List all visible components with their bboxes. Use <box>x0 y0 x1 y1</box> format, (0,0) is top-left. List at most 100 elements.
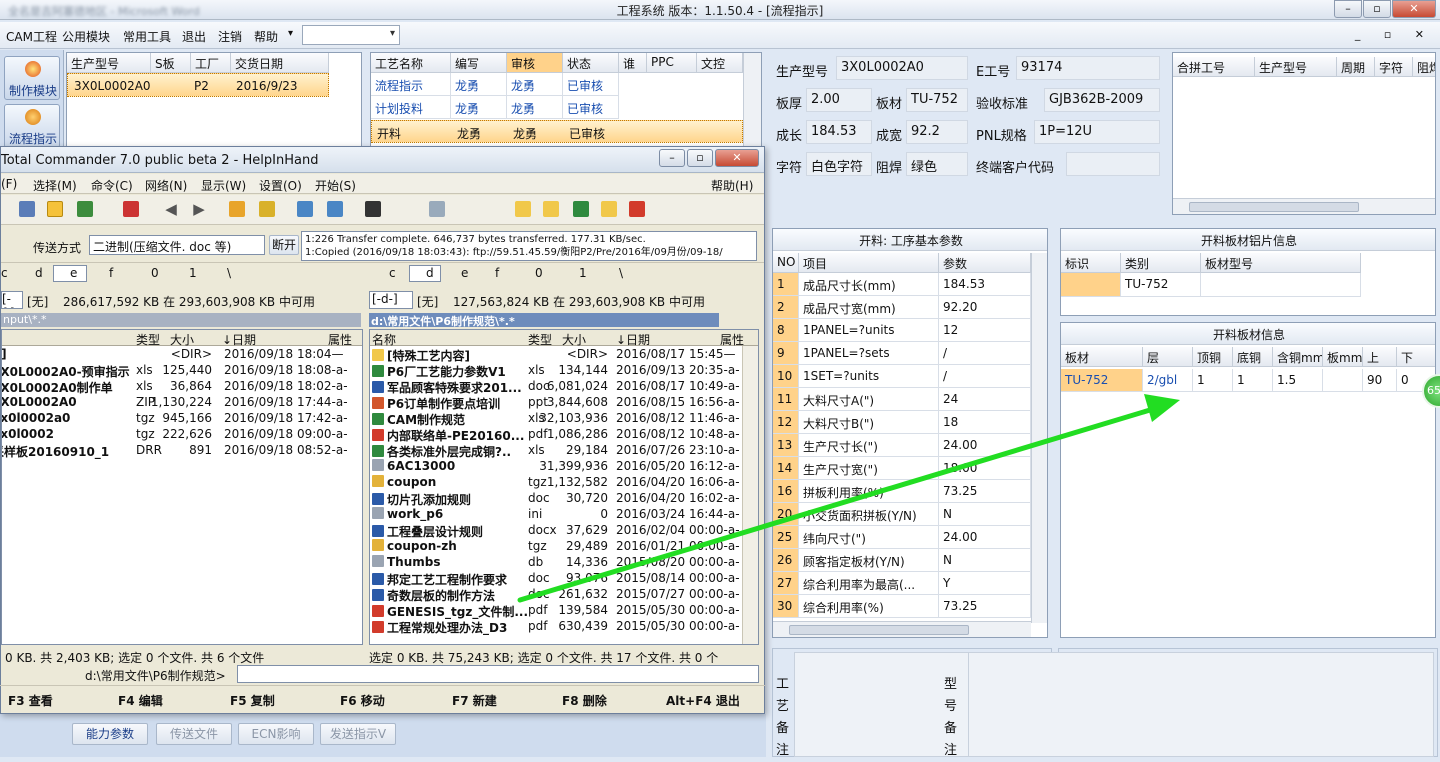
process-header-status[interactable]: 状态 <box>563 53 619 73</box>
params-header[interactable]: 参数 <box>939 253 1031 273</box>
params-cell[interactable]: 1SET=?units <box>799 365 939 388</box>
e-number-field[interactable]: 93174 <box>1016 56 1160 80</box>
view-brief-icon[interactable] <box>19 201 35 217</box>
params-cell[interactable]: 92.20 <box>939 296 1031 319</box>
params-cell[interactable]: 小交货面积拼板(Y/N) <box>799 503 939 526</box>
length-field[interactable]: 184.53 <box>806 120 872 144</box>
params-cell[interactable]: 24 <box>939 388 1031 411</box>
orders-header-factory[interactable]: 工厂 <box>191 53 231 73</box>
close-button[interactable]: ✕ <box>1392 0 1436 18</box>
params-cell[interactable]: 成品尺寸长(mm) <box>799 273 939 296</box>
col-type-header[interactable]: 类型 <box>528 331 552 348</box>
params-header[interactable]: NO <box>773 253 799 273</box>
params-cell[interactable]: 生产尺寸长(") <box>799 434 939 457</box>
file-row[interactable]: [特殊工艺内容] <DIR> 2016/08/17 15:45— <box>370 347 758 363</box>
find-icon[interactable] <box>365 201 381 217</box>
sheet-header[interactable]: 层 <box>1143 347 1193 367</box>
file-row[interactable]: 3X0L0002A0-预审指示 xls 125,440 2016/09/18 18:0… <box>2 363 362 379</box>
merge-header[interactable]: 周期 <box>1337 57 1375 77</box>
params-cell[interactable]: 73.25 <box>939 595 1031 618</box>
material-field[interactable]: TU-752 <box>906 88 968 112</box>
f7-new-button[interactable]: F7 新建 <box>452 692 497 709</box>
params-cell[interactable]: 顾客指定板材(Y/N) <box>799 549 939 572</box>
params-cell[interactable]: 9 <box>773 342 799 365</box>
col-date-header[interactable]: ↓日期 <box>222 331 256 348</box>
file-row[interactable]: GENESIS_tgz_文件制... pdf 139,584 2015/05/30 0… <box>370 603 758 619</box>
disconnect-button[interactable]: 断开 <box>269 235 299 255</box>
params-cell[interactable]: 1 <box>773 273 799 296</box>
sheet-header[interactable]: 顶铜 <box>1193 347 1233 367</box>
tc-close-button[interactable]: ✕ <box>715 149 759 167</box>
alt-f4-exit-button[interactable]: Alt+F4 退出 <box>666 692 740 709</box>
params-cell[interactable]: 20 <box>773 503 799 526</box>
send-file-button[interactable]: 传送文件 <box>156 723 232 745</box>
standard-field[interactable]: GJB362B-2009 <box>1044 88 1160 112</box>
params-vscrollbar[interactable] <box>1031 253 1047 623</box>
capability-button[interactable]: 能力参数 <box>72 723 148 745</box>
pdf-icon[interactable] <box>629 201 645 217</box>
params-cell[interactable]: 综合利用率(%) <box>799 595 939 618</box>
sheet-header[interactable]: 上 <box>1363 347 1397 367</box>
drive-f-button[interactable]: f <box>109 266 113 280</box>
left-drive-select[interactable]: [-f-] <box>1 291 23 309</box>
foil-cell[interactable] <box>1061 273 1121 297</box>
file-row[interactable]: 各类标准外层完成铜?.. xls 29,184 2016/07/26 23:10-a- <box>370 443 758 459</box>
folder-icon[interactable] <box>601 201 617 217</box>
left-path-bar[interactable]: nput\*.* <box>1 313 361 327</box>
sidebar-item-process[interactable]: 流程指示 <box>4 104 60 148</box>
orders-header-model[interactable]: 生产型号 <box>67 53 151 73</box>
f3-view-button[interactable]: F3 查看 <box>8 692 53 709</box>
file-row[interactable]: 采样板20160910_1 DRR 891 2016/09/18 08:52-a- <box>2 443 362 459</box>
foil-header[interactable]: 类别 <box>1121 253 1201 273</box>
tc-minimize-button[interactable]: – <box>659 149 685 167</box>
file-row[interactable]: coupon-zh tgz 29,489 2016/01/21 00:00-a- <box>370 539 758 555</box>
customer-code-field[interactable] <box>1066 152 1160 176</box>
ftp-connect-icon[interactable] <box>297 201 313 217</box>
sheet-cell[interactable]: 90 <box>1363 369 1397 392</box>
file-row[interactable]: 3x0l0002tgz222,6262016/09/18 09:00-a- <box>2 427 362 443</box>
params-cell[interactable]: 27 <box>773 572 799 595</box>
sheet-cell[interactable]: 1 <box>1193 369 1233 392</box>
col-size-header[interactable]: 大小 <box>562 331 586 348</box>
params-cell[interactable]: 18.00 <box>939 457 1031 480</box>
sheet-header[interactable]: 板材 <box>1061 347 1143 367</box>
col-date-header[interactable]: ↓日期 <box>616 331 650 348</box>
merge-header[interactable]: 字符 <box>1375 57 1413 77</box>
toolbar-combo[interactable] <box>302 25 400 45</box>
process-header-ppc[interactable]: PPC <box>647 53 697 73</box>
file-row[interactable]: 工程叠层设计规则 docx 37,629 2016/02/04 00:00-a- <box>370 523 758 539</box>
params-cell[interactable]: 1PANEL=?sets <box>799 342 939 365</box>
folder-icon[interactable] <box>543 201 559 217</box>
drive-c-button[interactable]: c <box>389 266 396 280</box>
file-row[interactable]: ..]<DIR>2016/09/18 18:04— <box>2 347 362 363</box>
transfer-mode-select[interactable]: 二进制(压缩文件. doc 等) <box>89 235 265 255</box>
tc-menu-view[interactable]: 显示(W) <box>201 177 246 194</box>
mdi-controls[interactable]: _ ▫ ✕ <box>1355 28 1434 41</box>
process-header-who[interactable]: 谁 <box>619 53 647 73</box>
merge-hscrollbar[interactable] <box>1173 198 1435 214</box>
col-attr-header[interactable]: 属性 <box>328 331 352 348</box>
tc-menu-select[interactable]: 选择(M) <box>33 177 77 194</box>
foil-header[interactable]: 板材型号 <box>1201 253 1361 273</box>
right-path-bar[interactable]: d:\常用文件\P6制作规范\*.* <box>369 313 719 328</box>
sheet-cell[interactable] <box>1323 369 1363 392</box>
params-cell[interactable]: 184.53 <box>939 273 1031 296</box>
refresh-icon[interactable] <box>123 201 139 217</box>
merge-header[interactable]: 生产型号 <box>1255 57 1337 77</box>
params-cell[interactable]: 大料尺寸B(") <box>799 411 939 434</box>
width-field[interactable]: 92.2 <box>906 120 968 144</box>
params-cell[interactable]: 14 <box>773 457 799 480</box>
excel-icon[interactable] <box>573 201 589 217</box>
drive-1-button[interactable]: 1 <box>579 266 587 280</box>
menu-common-module[interactable]: 公用模块 <box>62 28 110 45</box>
model-notes-area[interactable] <box>968 652 1434 757</box>
params-cell[interactable]: 18 <box>939 411 1031 434</box>
col-type-header[interactable]: 类型 <box>136 331 160 348</box>
merge-header[interactable]: 阻焊 <box>1413 57 1435 77</box>
tc-menu-help[interactable]: 帮助(H) <box>711 177 753 194</box>
f4-edit-button[interactable]: F4 编辑 <box>118 692 163 709</box>
params-header[interactable]: 项目 <box>799 253 939 273</box>
params-hscrollbar[interactable] <box>773 621 1031 637</box>
file-row[interactable]: 6AC13000 31,399,936 2016/05/20 16:12-a- <box>370 459 758 475</box>
tc-menu-network[interactable]: 网络(N) <box>145 177 187 194</box>
